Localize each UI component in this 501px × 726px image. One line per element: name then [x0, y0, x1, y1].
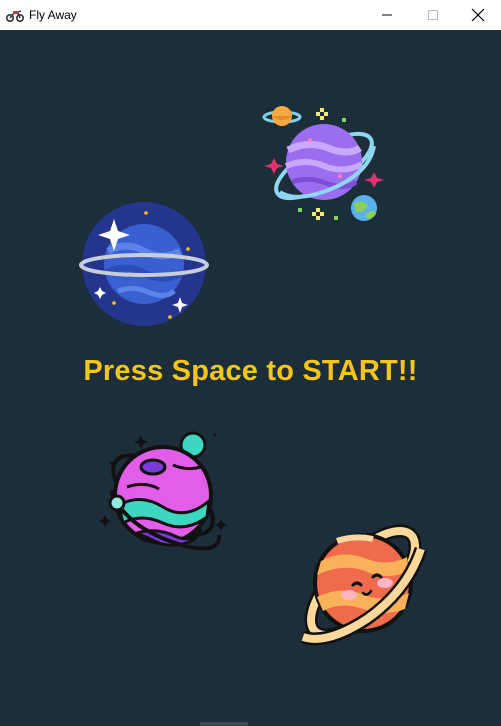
window-titlebar[interactable]: Fly Away — [0, 0, 501, 30]
game-canvas[interactable]: Press Space to START!! — [0, 30, 501, 726]
window-title: Fly Away — [29, 8, 77, 22]
start-prompt: Press Space to START!! — [83, 355, 418, 387]
minimize-icon — [382, 14, 392, 16]
orange-saturn-planet — [300, 524, 428, 646]
minimize-button[interactable] — [364, 0, 410, 30]
purple-ringed-planet — [262, 106, 384, 221]
maximize-icon — [428, 10, 438, 20]
close-icon — [471, 8, 485, 22]
blue-planet — [79, 202, 209, 326]
maximize-button[interactable] — [410, 0, 456, 30]
motorcycle-icon — [6, 10, 24, 22]
pink-teal-planet — [99, 431, 227, 551]
bottom-edge-indicator — [200, 722, 248, 726]
close-button[interactable] — [455, 0, 501, 30]
